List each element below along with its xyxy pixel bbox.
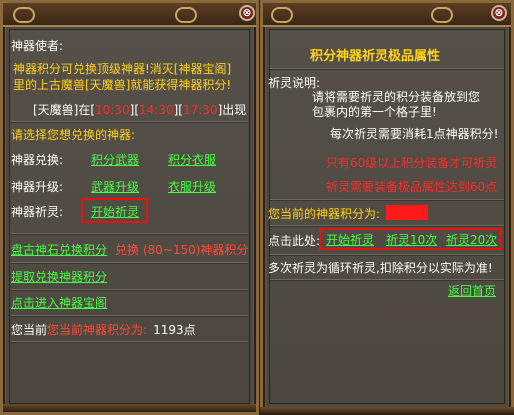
- left-points-label-a: 您当前: [11, 323, 48, 337]
- envoy-title: 神器使者:: [11, 39, 64, 53]
- left-divider-1: [11, 121, 248, 123]
- left-points-value: 1193点: [153, 323, 196, 337]
- right-title-bar: [263, 3, 511, 27]
- pray-desc-title: 祈灵说明:: [268, 76, 321, 90]
- left-divider-6: [11, 341, 248, 343]
- pangu-exchange-link[interactable]: 盘古神石兑换积分: [11, 244, 107, 256]
- points-value-redacted: [386, 205, 428, 220]
- spawn-tail: ]出现: [217, 103, 247, 117]
- pray-10-button[interactable]: 祈灵10次: [386, 234, 437, 246]
- withdraw-points-link[interactable]: 提取兑换神器积分: [11, 271, 107, 283]
- level-requirement: 只有60级以上积分装备才可祈灵: [326, 156, 498, 170]
- right-bottom-ornament: [260, 407, 514, 415]
- spawn-sep-1: ][: [129, 103, 140, 117]
- attribute-requirement: 祈灵需要装备极品属性达到60点: [326, 180, 498, 194]
- exchange-detail: 兑换 (80~150)神器积分: [115, 243, 249, 257]
- intro-line-1: 神器积分可兑换顶级神器!消灭[神器宝阁]: [13, 62, 232, 76]
- left-bottom-ornament: [3, 404, 256, 412]
- left-divider-5: [11, 315, 248, 317]
- right-divider-3: [270, 225, 504, 227]
- left-divider-3: [11, 262, 248, 264]
- spawn-name: [天魔兽]在[: [33, 103, 96, 117]
- points-weapon-link[interactable]: 积分武器: [91, 154, 139, 166]
- left-divider-2: [11, 233, 248, 235]
- pray-cost: 每次祈灵需要消耗1点神器积分!: [330, 127, 499, 141]
- intro-line-2: 里的上古魔兽[天魔兽]就能获得神器积分!: [13, 78, 232, 92]
- pray-20-button[interactable]: 祈灵20次: [446, 234, 497, 246]
- spawn-time-2: 14:30: [139, 103, 174, 117]
- pray-desc-line-2: 包裹内的第一个格子里!: [312, 105, 437, 119]
- right-points-label: 您当前的神器积分为:: [268, 207, 381, 221]
- spawn-sep-2: ][: [173, 103, 183, 117]
- start-pray-button[interactable]: 开始祈灵: [326, 234, 374, 246]
- exchange-row-label: 神器兑换:: [11, 153, 64, 167]
- left-divider-4: [11, 289, 248, 291]
- right-title: 积分神器祈灵极品属性: [310, 49, 441, 64]
- choose-prompt: 请选择您想兑换的神器:: [11, 128, 136, 142]
- right-divider-4: [270, 254, 504, 256]
- weapon-upgrade-link[interactable]: 武器升级: [91, 181, 139, 193]
- clothes-upgrade-link[interactable]: 衣服升级: [168, 181, 216, 193]
- pray-desc-line-1: 请将需要祈灵的积分装备放到您: [312, 90, 481, 104]
- right-divider-1: [270, 68, 504, 70]
- enter-vault-link[interactable]: 点击进入神器宝阁: [11, 297, 107, 309]
- right-ornament-left: [271, 7, 293, 23]
- left-ornament-right: [175, 7, 197, 23]
- right-divider-5: [270, 279, 504, 281]
- left-panel: ⊗ 神器使者: 神器积分可兑换顶级神器!消灭[神器宝阁] 里的上古魔兽[天魔兽]…: [0, 0, 259, 415]
- points-clothes-link[interactable]: 积分衣服: [168, 154, 216, 166]
- pray-row-label: 神器祈灵:: [11, 205, 64, 219]
- spawn-times: [天魔兽]在[10:30][14:30][17:30]出现: [33, 104, 246, 116]
- left-points-label: 您当前神器积分为:: [47, 323, 148, 337]
- right-close-icon[interactable]: ⊗: [491, 5, 507, 21]
- spawn-time-1: 10:30: [95, 103, 130, 117]
- right-ornament-right: [431, 7, 453, 23]
- left-title-bar: [3, 3, 256, 27]
- upgrade-row-label: 神器升级:: [11, 180, 64, 194]
- start-pray-link[interactable]: 开始祈灵: [91, 206, 139, 218]
- multi-pray-note: 多次祈灵为循环祈灵,扣除积分以实际为准!: [268, 261, 493, 275]
- left-close-icon[interactable]: ⊗: [239, 5, 255, 21]
- spawn-time-3: 17:30: [182, 103, 218, 117]
- left-ornament-left: [13, 7, 35, 23]
- left-points-row: 您当前您当前神器积分为: 1193点: [11, 324, 196, 336]
- back-home-link[interactable]: 返回首页: [448, 285, 496, 297]
- right-divider-2: [270, 199, 504, 201]
- click-here-label: 点击此处:: [268, 234, 321, 248]
